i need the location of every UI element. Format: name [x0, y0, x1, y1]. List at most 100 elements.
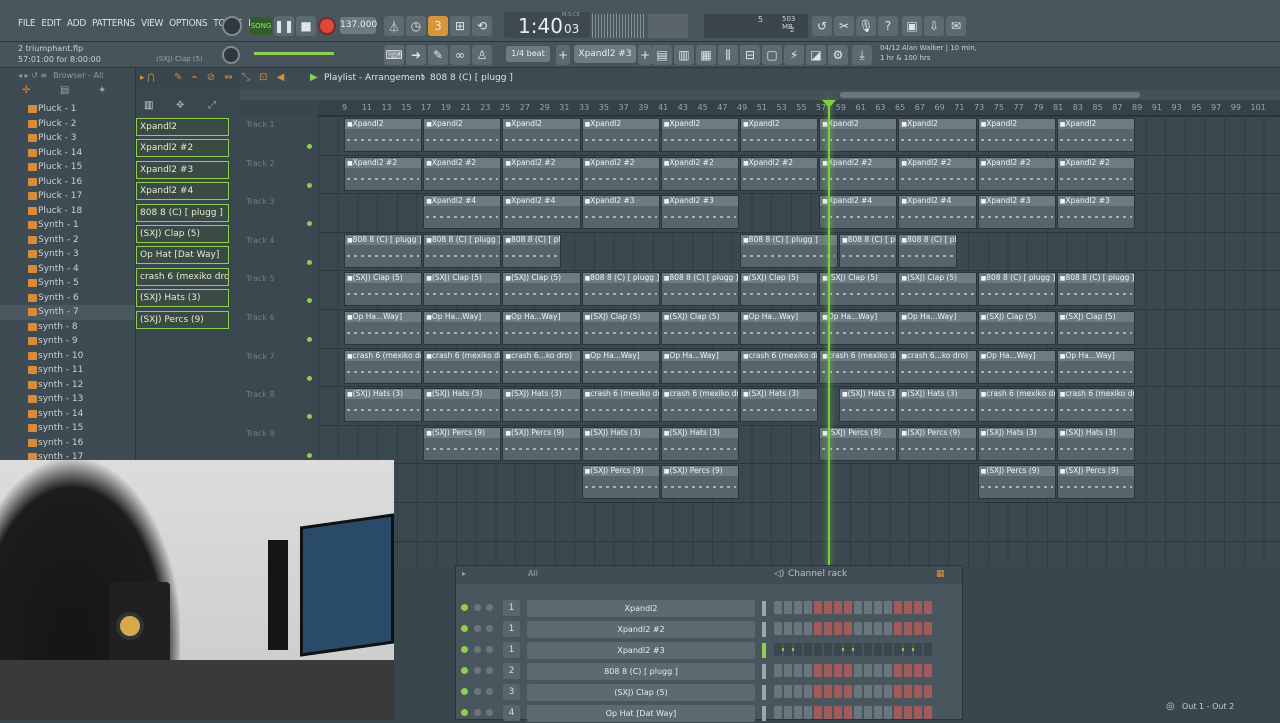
step-button[interactable] [864, 706, 872, 719]
playlist-clip[interactable]: (SXJ) Hats (3) [344, 388, 423, 423]
channel-mute-led[interactable] [461, 604, 468, 611]
step-button[interactable] [874, 685, 882, 698]
step-button[interactable] [824, 685, 832, 698]
channel-filter[interactable]: All [528, 569, 538, 578]
step-button[interactable] [794, 622, 802, 635]
track-label[interactable]: Track 3 [246, 197, 275, 206]
step-button[interactable] [774, 664, 782, 677]
playlist-clip[interactable]: 808 8 (C) [ plugg ] [898, 233, 957, 268]
download-button[interactable]: ⤓ [852, 45, 872, 65]
playlist-clip[interactable]: Xpandl2 [423, 118, 502, 152]
step-button[interactable] [894, 664, 902, 677]
step-button[interactable] [914, 601, 922, 614]
step-button[interactable] [864, 601, 872, 614]
step-button[interactable] [774, 706, 782, 719]
step-sequencer[interactable] [774, 622, 932, 635]
playlist-clip[interactable]: Op Ha...Way] [1056, 349, 1135, 384]
browser-item[interactable]: Synth - 2 [0, 233, 135, 248]
step-button[interactable] [814, 706, 822, 719]
playlist-clip[interactable]: Xpandl2 #2 [660, 156, 739, 191]
playlist-clip[interactable]: Op Ha...Way] [898, 311, 977, 345]
channel-vol-knob[interactable] [486, 625, 493, 632]
step-button[interactable] [784, 706, 792, 719]
save-button[interactable]: ▣ [902, 16, 922, 36]
playlist-clip[interactable]: crash 6 (mexiko dro) [1056, 388, 1135, 423]
step-button[interactable] [784, 643, 792, 656]
news-text[interactable]: Alan Walker | 10 min, [902, 44, 977, 52]
track-label[interactable]: Track 8 [246, 390, 275, 399]
step-button[interactable] [844, 706, 852, 719]
step-button[interactable] [854, 706, 862, 719]
step-button[interactable] [924, 706, 932, 719]
playlist-clip[interactable]: (SXJ) Percs (9) [1056, 465, 1135, 500]
step-button[interactable] [884, 664, 892, 677]
plugin-button[interactable]: ▢ [762, 45, 782, 65]
picker-expand-icon[interactable]: ✥ [176, 100, 184, 111]
playlist-clip[interactable]: 808 8 (C) [ plugg ] [502, 233, 561, 268]
step-button[interactable] [774, 622, 782, 635]
channel-vol-knob[interactable] [486, 709, 493, 716]
playlist-clip[interactable]: Xpandl2 #4 [423, 195, 502, 230]
playlist-clip[interactable]: Op Ha...Way] [423, 311, 502, 345]
playlist-clip[interactable]: crash 6 (mexiko dro) [660, 388, 739, 423]
step-button[interactable] [844, 685, 852, 698]
stop-button[interactable]: ■ [296, 16, 316, 36]
track-label[interactable]: Track 6 [246, 313, 275, 322]
track-label[interactable]: Track 1 [246, 120, 275, 129]
browser-item[interactable]: Synth - 5 [0, 276, 135, 291]
step-sequencer[interactable] [774, 664, 932, 677]
step-button[interactable] [834, 664, 842, 677]
picker-header-icon[interactable]: ▥ [144, 100, 153, 111]
step-button[interactable] [774, 643, 782, 656]
playlist-button[interactable]: ▤ [652, 45, 672, 65]
mixer-button[interactable]: ⫼ [718, 45, 738, 65]
browser-item[interactable]: synth - 16 [0, 436, 135, 451]
channel-mixer-number[interactable]: 1 [503, 600, 520, 616]
channel-pan-knob[interactable] [474, 604, 481, 611]
link-button[interactable]: ∞ [450, 45, 470, 65]
browser-item[interactable]: synth - 10 [0, 349, 135, 364]
step-button[interactable] [864, 685, 872, 698]
step-button[interactable] [884, 622, 892, 635]
playlist-clip[interactable]: Xpandl2 [898, 118, 977, 152]
render-button[interactable]: ⇩ [924, 16, 944, 36]
playlist-clip[interactable]: Xpandl2 #2 [819, 156, 898, 191]
playlist-clip[interactable]: Xpandl2 #2 [977, 156, 1056, 191]
playlist-clip[interactable]: Xpandl2 #2 [581, 156, 660, 191]
step-button[interactable] [874, 622, 882, 635]
channel-name-button[interactable]: Xpandl2 [527, 600, 755, 617]
step-button[interactable] [774, 601, 782, 614]
channel-name-button[interactable]: 808 8 (C) [ plugg ] [527, 663, 755, 680]
step-button[interactable] [914, 643, 922, 656]
channel-select-indicator[interactable] [762, 664, 766, 679]
step-sequencer[interactable] [774, 601, 932, 614]
playlist-clip[interactable]: (SXJ) Percs (9) [660, 465, 739, 500]
pattern-item[interactable]: Xpandl2 [136, 118, 229, 136]
playlist-clip[interactable]: Xpandl2 #4 [819, 195, 898, 230]
playlist-clip[interactable]: crash 6 (mexiko dro) [740, 349, 819, 384]
tool-icons[interactable]: ✎ ⌁ ⊘ ⇔ ⤡ ⊡ ◀ [174, 72, 287, 83]
step-button[interactable] [824, 601, 832, 614]
song-mode-toggle[interactable]: SONG [250, 17, 272, 35]
undo-button[interactable]: ↺ [812, 16, 832, 36]
channel-mixer-number[interactable]: 1 [503, 621, 520, 637]
browser-button[interactable]: ⊟ [740, 45, 760, 65]
step-button[interactable] [894, 706, 902, 719]
channel-pan-knob[interactable] [474, 709, 481, 716]
menu-item-options[interactable]: OPTIONS [169, 18, 207, 29]
playlist-clip[interactable]: Xpandl2 [581, 118, 660, 152]
pattern-item[interactable]: (SXJ) Percs (9) [136, 310, 229, 329]
step-button[interactable] [914, 664, 922, 677]
browser-item[interactable]: synth - 13 [0, 392, 135, 407]
step-button[interactable] [814, 601, 822, 614]
step-button[interactable] [874, 664, 882, 677]
browser-item[interactable]: Synth - 1 [0, 218, 135, 233]
channel-name-button[interactable]: (SXJ) Clap (5) [527, 684, 755, 701]
step-button[interactable] [794, 706, 802, 719]
playlist-clip[interactable]: (SXJ) Percs (9) [898, 426, 977, 461]
pattern-item[interactable]: Xpandl2 #2 [136, 139, 229, 158]
step-button[interactable] [844, 622, 852, 635]
step-edit-button[interactable]: ➜ [406, 45, 426, 65]
playlist-clip[interactable]: 808 8 (C) [ plugg ] [660, 272, 739, 307]
step-button[interactable] [914, 685, 922, 698]
